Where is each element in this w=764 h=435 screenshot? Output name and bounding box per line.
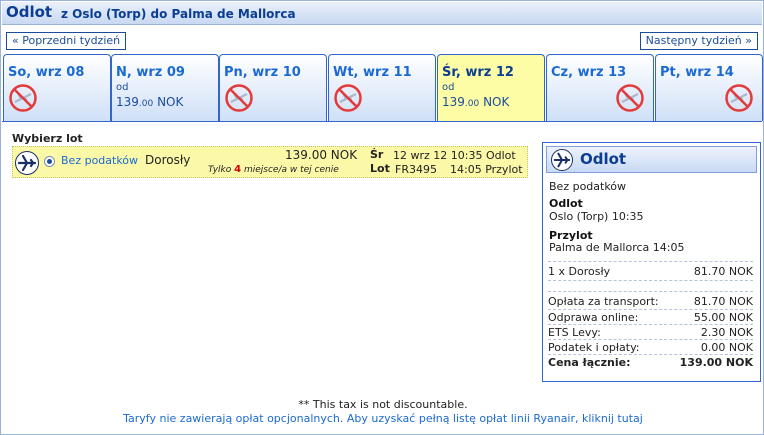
tax-note: ** This tax is not discountable. — [298, 398, 468, 411]
divider — [548, 339, 753, 340]
divider — [548, 354, 753, 355]
tab-day-label: Wt, wrz 11 — [333, 65, 412, 80]
flight-number: FR3495 — [395, 163, 437, 176]
next-week-button[interactable]: Następny tydzień » — [639, 32, 758, 50]
day-tab-wed-12[interactable]: Śr, wrz 12 od 139.00 NOK — [437, 54, 545, 122]
day-tab-sun-09[interactable]: N, wrz 09 od 139.00 NOK — [111, 54, 219, 121]
fee-online-checkin: Odprawa online: 55.00 NOK — [548, 311, 753, 324]
day-tab-sat-08[interactable]: So, wrz 08 — [3, 54, 111, 121]
seats-count: 4 — [234, 164, 242, 175]
tab-day-label: Śr, wrz 12 — [442, 65, 514, 80]
fare-type-link[interactable]: Bez podatków — [61, 154, 138, 167]
no-flight-icon — [725, 84, 753, 112]
arrival-info: 14:05 Przylot — [450, 163, 523, 176]
panel-header: Odlot z Oslo (Torp) do Palma de Mallorca — [2, 2, 762, 25]
divider — [548, 280, 753, 281]
fare-radio-button[interactable] — [44, 156, 55, 167]
seats-remaining-note: Tylko 4 miejsce/a w tej cenie — [208, 164, 339, 175]
summary-departure-value: Oslo (Torp) 10:35 — [549, 210, 644, 223]
tab-from-label: od — [116, 82, 129, 93]
divider — [548, 324, 753, 325]
summary-arrival-value: Palma de Mallorca 14:05 — [549, 241, 685, 254]
select-flight-heading: Wybierz lot — [12, 132, 83, 145]
flight-option-row[interactable]: Bez podatków Dorosły 139.00 NOK Tylko 4 … — [12, 146, 528, 178]
tab-price: 139.00 NOK — [116, 95, 184, 109]
tab-price: 139.00 NOK — [442, 95, 510, 109]
divider — [548, 261, 753, 262]
day-tab-tue-11[interactable]: Wt, wrz 11 — [328, 54, 436, 121]
optional-fees-link[interactable]: Taryfy nie zawierają opłat opcjonalnych.… — [1, 412, 764, 425]
fee-taxes: Podatek i opłaty: 0.00 NOK — [548, 341, 753, 354]
summary-title: Odlot — [580, 150, 627, 168]
no-flight-icon — [616, 84, 644, 112]
passenger-type: Dorosły — [145, 153, 191, 167]
summary-header: Odlot — [546, 146, 757, 173]
summary-fare-name: Bez podatków — [549, 180, 627, 193]
panel-title: Odlot — [6, 3, 53, 21]
tab-day-label: Cz, wrz 13 — [551, 65, 627, 80]
passenger-line: 1 x Dorosły 81.70 NOK — [548, 265, 753, 278]
tab-day-label: N, wrz 09 — [116, 65, 185, 80]
tab-day-label: Pt, wrz 14 — [660, 65, 734, 80]
day-tab-fri-14[interactable]: Pt, wrz 14 — [655, 54, 763, 121]
day-tab-thu-13[interactable]: Cz, wrz 13 — [546, 54, 654, 121]
flight-selection-panel: Odlot z Oslo (Torp) do Palma de Mallorca… — [0, 0, 764, 435]
plane-icon — [551, 149, 573, 171]
tabs-divider — [2, 121, 762, 122]
previous-week-button[interactable]: « Poprzedni tydzień — [6, 32, 127, 50]
day-tab-mon-10[interactable]: Pn, wrz 10 — [219, 54, 327, 121]
flight-day: Śr — [370, 148, 384, 161]
summary-departure-label: Odlot — [549, 197, 583, 210]
no-flight-icon — [225, 84, 253, 112]
no-flight-icon — [334, 84, 362, 112]
plane-icon — [15, 151, 39, 175]
flight-label: Lot — [370, 162, 390, 175]
fee-ets-levy: ETS Levy: 2.30 NOK — [548, 326, 753, 339]
route-description: z Oslo (Torp) do Palma de Mallorca — [61, 7, 296, 21]
fare-price: 139.00 NOK — [285, 148, 358, 162]
divider — [548, 291, 753, 292]
no-flight-icon — [9, 84, 37, 112]
fee-transport: Opłata za transport: 81.70 NOK — [548, 295, 753, 308]
divider — [548, 309, 753, 310]
tab-day-label: Pn, wrz 10 — [224, 65, 301, 80]
tab-from-label: od — [442, 82, 455, 93]
tab-day-label: So, wrz 08 — [8, 65, 85, 80]
total-price: Cena łącznie: 139.00 NOK — [548, 356, 753, 369]
departure-info: 12 wrz 12 10:35 Odlot — [393, 149, 516, 162]
fare-summary-panel: Odlot Bez podatków Odlot Oslo (Torp) 10:… — [542, 142, 761, 382]
